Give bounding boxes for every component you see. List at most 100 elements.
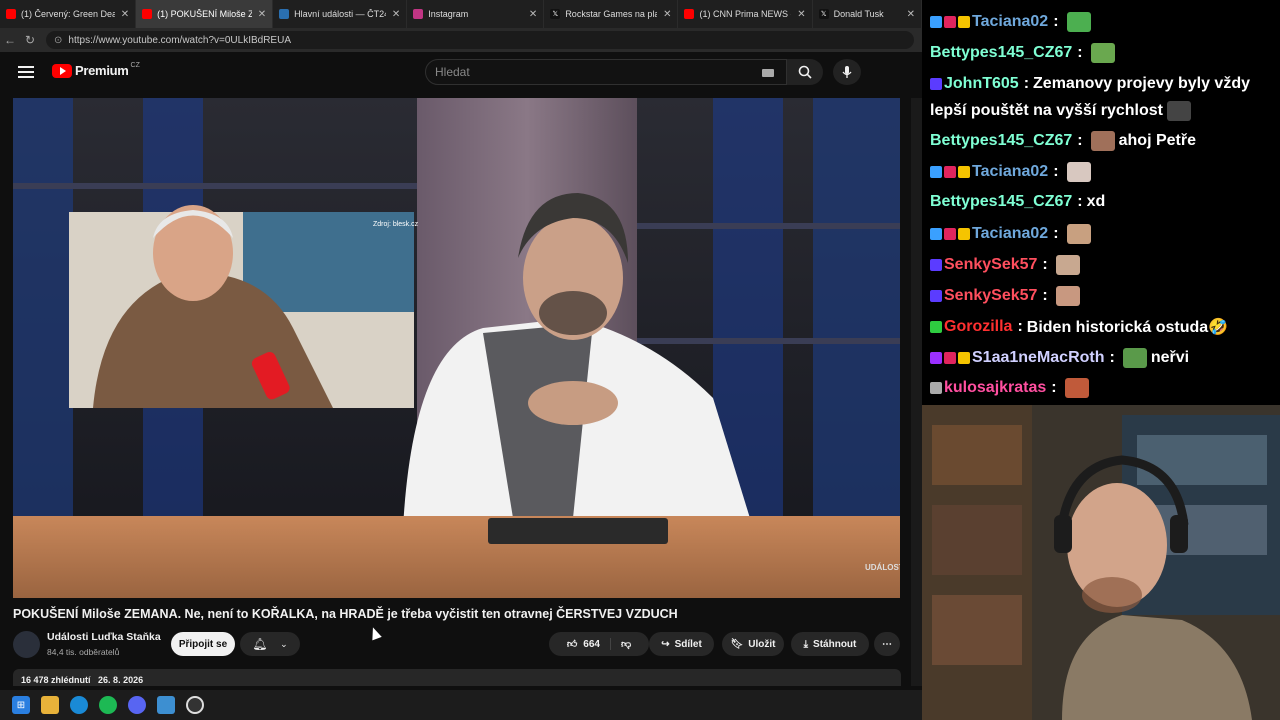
back-icon[interactable]: ← <box>0 33 20 47</box>
windows-start-icon[interactable]: ⊞ <box>12 696 30 714</box>
logo-region: CZ <box>130 62 140 69</box>
more-actions-button[interactable]: ⋯ <box>874 632 900 656</box>
youtube-icon <box>142 9 153 19</box>
save-button[interactable]: 🔖︎ Uložit <box>722 632 784 656</box>
close-tab-icon[interactable]: ✕ <box>791 9 805 20</box>
youtube-logo[interactable]: Premium CZ <box>52 62 140 78</box>
like-count: 664 <box>583 638 600 650</box>
logo-text: Premium <box>75 63 129 78</box>
browser-tab-bar: (1) Červený: Green Deal je zlo✕(1) POKUŠ… <box>0 0 923 28</box>
chat-badge-icon <box>958 352 970 364</box>
chat-message: S1aa1neMacRoth: neřvi <box>930 348 1189 368</box>
close-tab-icon[interactable]: ✕ <box>901 9 915 20</box>
tab-title: Hlavní události — ČT24 — Č <box>294 9 386 19</box>
chat-separator: : <box>1042 287 1048 304</box>
browser-tab[interactable]: 𝕏 Rockstar Games na platformě✕ <box>544 0 679 28</box>
chat-username[interactable]: Taciana02 <box>972 163 1048 181</box>
close-tab-icon[interactable]: ✕ <box>386 9 400 20</box>
bookmark-icon: 🔖︎ <box>730 638 744 650</box>
chat-badge-icon <box>930 78 942 90</box>
chat-badge-icon <box>958 16 970 28</box>
chat-emote-icon <box>1090 43 1115 63</box>
channel-avatar[interactable] <box>13 631 40 658</box>
video-frame-image: Zdroj: blesk.cz UDÁLOSTI <box>13 98 900 598</box>
chat-badge-icon <box>930 290 942 302</box>
chat-username[interactable]: SenkySek57 <box>944 287 1037 305</box>
stream-chat: Taciana02: Bettypes145_CZ67: JohnT605: Zema… <box>922 0 1280 405</box>
chat-username[interactable]: Gorozilla <box>944 318 1012 336</box>
like-button[interactable]: 👍︎ 664 <box>567 638 611 650</box>
browser-tab[interactable]: 𝕏 Donald Tusk ✕ <box>813 0 923 28</box>
chat-emote-icon <box>1055 286 1080 306</box>
browser-tab[interactable]: (1) CNN Prima NEWS - YouTu✕ <box>678 0 813 28</box>
chat-username[interactable]: Bettypes145_CZ67 <box>930 44 1072 62</box>
chat-separator: : <box>1109 349 1115 366</box>
file-explorer-icon[interactable] <box>41 696 59 714</box>
description-box[interactable]: 16 478 zhlédnutí 26. 8. 2026 <box>13 669 901 686</box>
chat-username[interactable]: SenkySek57 <box>944 256 1037 274</box>
voice-search-button[interactable] <box>833 59 861 85</box>
keyboard-icon[interactable] <box>762 69 774 77</box>
notifications-button[interactable]: 🔔︎ ⌄ <box>240 632 300 656</box>
reload-icon[interactable]: ↻ <box>20 33 40 47</box>
chat-username[interactable]: Bettypes145_CZ67 <box>930 132 1072 150</box>
chat-emote-icon <box>1122 348 1147 368</box>
join-button[interactable]: Připojit se <box>171 632 235 656</box>
chat-message: SenkySek57: <box>930 255 1084 275</box>
mouse-cursor <box>368 625 382 641</box>
chat-emote-icon <box>1066 12 1091 32</box>
chat-separator: : <box>1017 318 1023 335</box>
spotify-icon[interactable] <box>99 696 117 714</box>
browser-tab[interactable]: Instagram ✕ <box>407 0 545 28</box>
chat-username[interactable]: Taciana02 <box>972 13 1048 31</box>
ct24-icon <box>279 9 290 19</box>
video-player[interactable]: Zdroj: blesk.cz UDÁLOSTI <box>13 98 900 598</box>
edge-browser-icon[interactable] <box>70 696 88 714</box>
tab-title: (1) Červený: Green Deal je zlo <box>21 9 115 19</box>
video-title: POKUŠENÍ Miloše ZEMANA. Ne, není to KOŘA… <box>13 607 678 621</box>
browser-tab[interactable]: (1) Červený: Green Deal je zlo✕ <box>0 0 137 28</box>
site-info-icon[interactable]: ⊙ <box>54 35 62 46</box>
chat-username[interactable]: S1aa1neMacRoth <box>972 349 1105 367</box>
search-input[interactable]: Hledat <box>425 59 787 85</box>
upload-date: 26. 8. 2026 <box>98 675 144 685</box>
download-button[interactable]: ⤓ Stáhnout <box>791 632 869 656</box>
browser-tab[interactable]: (1) POKUŠENÍ Miloše ZE ✕ <box>136 0 274 28</box>
youtube-icon <box>6 9 16 19</box>
chat-message: Bettypes145_CZ67: ahoj Petře <box>930 131 1196 151</box>
chat-badge-icon <box>930 352 942 364</box>
webcam-feed <box>922 405 1280 720</box>
menu-icon[interactable] <box>18 66 34 78</box>
chat-emote-icon <box>1066 224 1091 244</box>
chat-badge-icon <box>958 166 970 178</box>
chat-separator: : <box>1077 44 1083 61</box>
obs-icon[interactable] <box>186 696 204 714</box>
chat-username[interactable]: JohnT605 <box>944 75 1019 93</box>
chat-text: Biden historická ostuda🤣 <box>1026 319 1229 336</box>
chat-username[interactable]: Taciana02 <box>972 225 1048 243</box>
chat-badge-icon <box>944 228 956 240</box>
chat-message: kulosajkratas: <box>930 378 1093 398</box>
channel-subscribers: 84,4 tis. odběratelů <box>47 647 120 657</box>
instagram-icon <box>413 9 424 19</box>
chat-username[interactable]: Bettypes145_CZ67 <box>930 193 1072 211</box>
search-button[interactable] <box>787 59 823 85</box>
chat-emote-icon <box>1066 162 1091 182</box>
share-button[interactable]: ↪ Sdílet <box>649 632 714 656</box>
close-tab-icon[interactable]: ✕ <box>115 9 129 20</box>
url-field[interactable]: ⊙ https://www.youtube.com/watch?v=0ULkIB… <box>46 31 914 49</box>
close-tab-icon[interactable]: ✕ <box>523 9 537 20</box>
chat-text: ahoj Petře <box>1118 132 1196 149</box>
thumbs-up-icon: 👍︎ <box>566 639 578 650</box>
tab-title: (1) POKUŠENÍ Miloše ZE <box>157 9 252 19</box>
more-icon: ⋯ <box>882 638 892 650</box>
close-tab-icon[interactable]: ✕ <box>657 9 671 20</box>
chat-text: lepší pouštět na vyšší rychlost <box>930 102 1163 119</box>
discord-icon[interactable] <box>128 696 146 714</box>
browser-tab[interactable]: Hlavní události — ČT24 — Č✕ <box>273 0 408 28</box>
channel-name[interactable]: Události Luďka Staňka <box>47 631 161 643</box>
chat-username[interactable]: kulosajkratas <box>944 379 1046 397</box>
notepad-icon[interactable] <box>157 696 175 714</box>
dislike-button[interactable]: 👎︎ <box>611 638 631 650</box>
close-tab-icon[interactable]: ✕ <box>252 9 266 20</box>
